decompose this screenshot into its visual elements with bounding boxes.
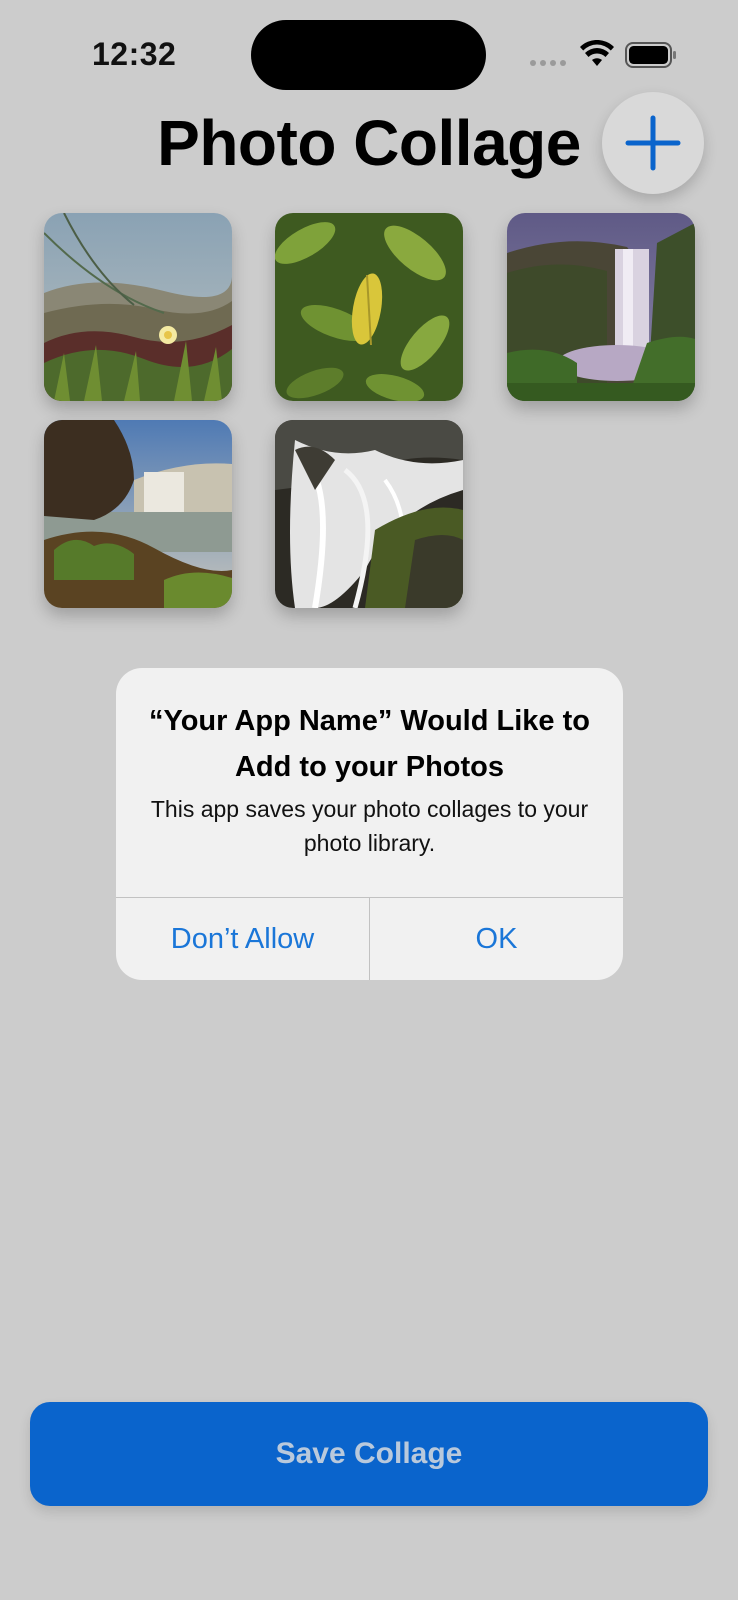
plus-icon [625, 115, 681, 171]
status-time: 12:32 [92, 36, 177, 72]
wifi-icon [580, 40, 614, 66]
cellular-signal-icon [530, 60, 566, 66]
ok-button[interactable]: OK [370, 898, 623, 980]
photo-thumbnail[interactable] [275, 420, 463, 608]
photo-thumbnail[interactable] [44, 420, 232, 608]
alert-message: This app saves your photo collages to yo… [150, 796, 589, 856]
dont-allow-button[interactable]: Don’t Allow [116, 898, 369, 980]
permission-alert: “Your App Name” Would Like to Add to you… [116, 668, 623, 980]
photo-thumbnail[interactable] [507, 213, 695, 401]
dynamic-island [251, 20, 486, 90]
add-photo-button[interactable] [602, 92, 704, 194]
photo-thumbnail[interactable] [44, 213, 232, 401]
alert-title: “Your App Name” Would Like to Add to you… [149, 705, 590, 783]
status-bar: 12:32 [0, 0, 738, 110]
save-collage-button[interactable]: Save Collage [30, 1402, 708, 1506]
photo-thumbnail[interactable] [275, 213, 463, 401]
battery-icon [625, 42, 676, 68]
